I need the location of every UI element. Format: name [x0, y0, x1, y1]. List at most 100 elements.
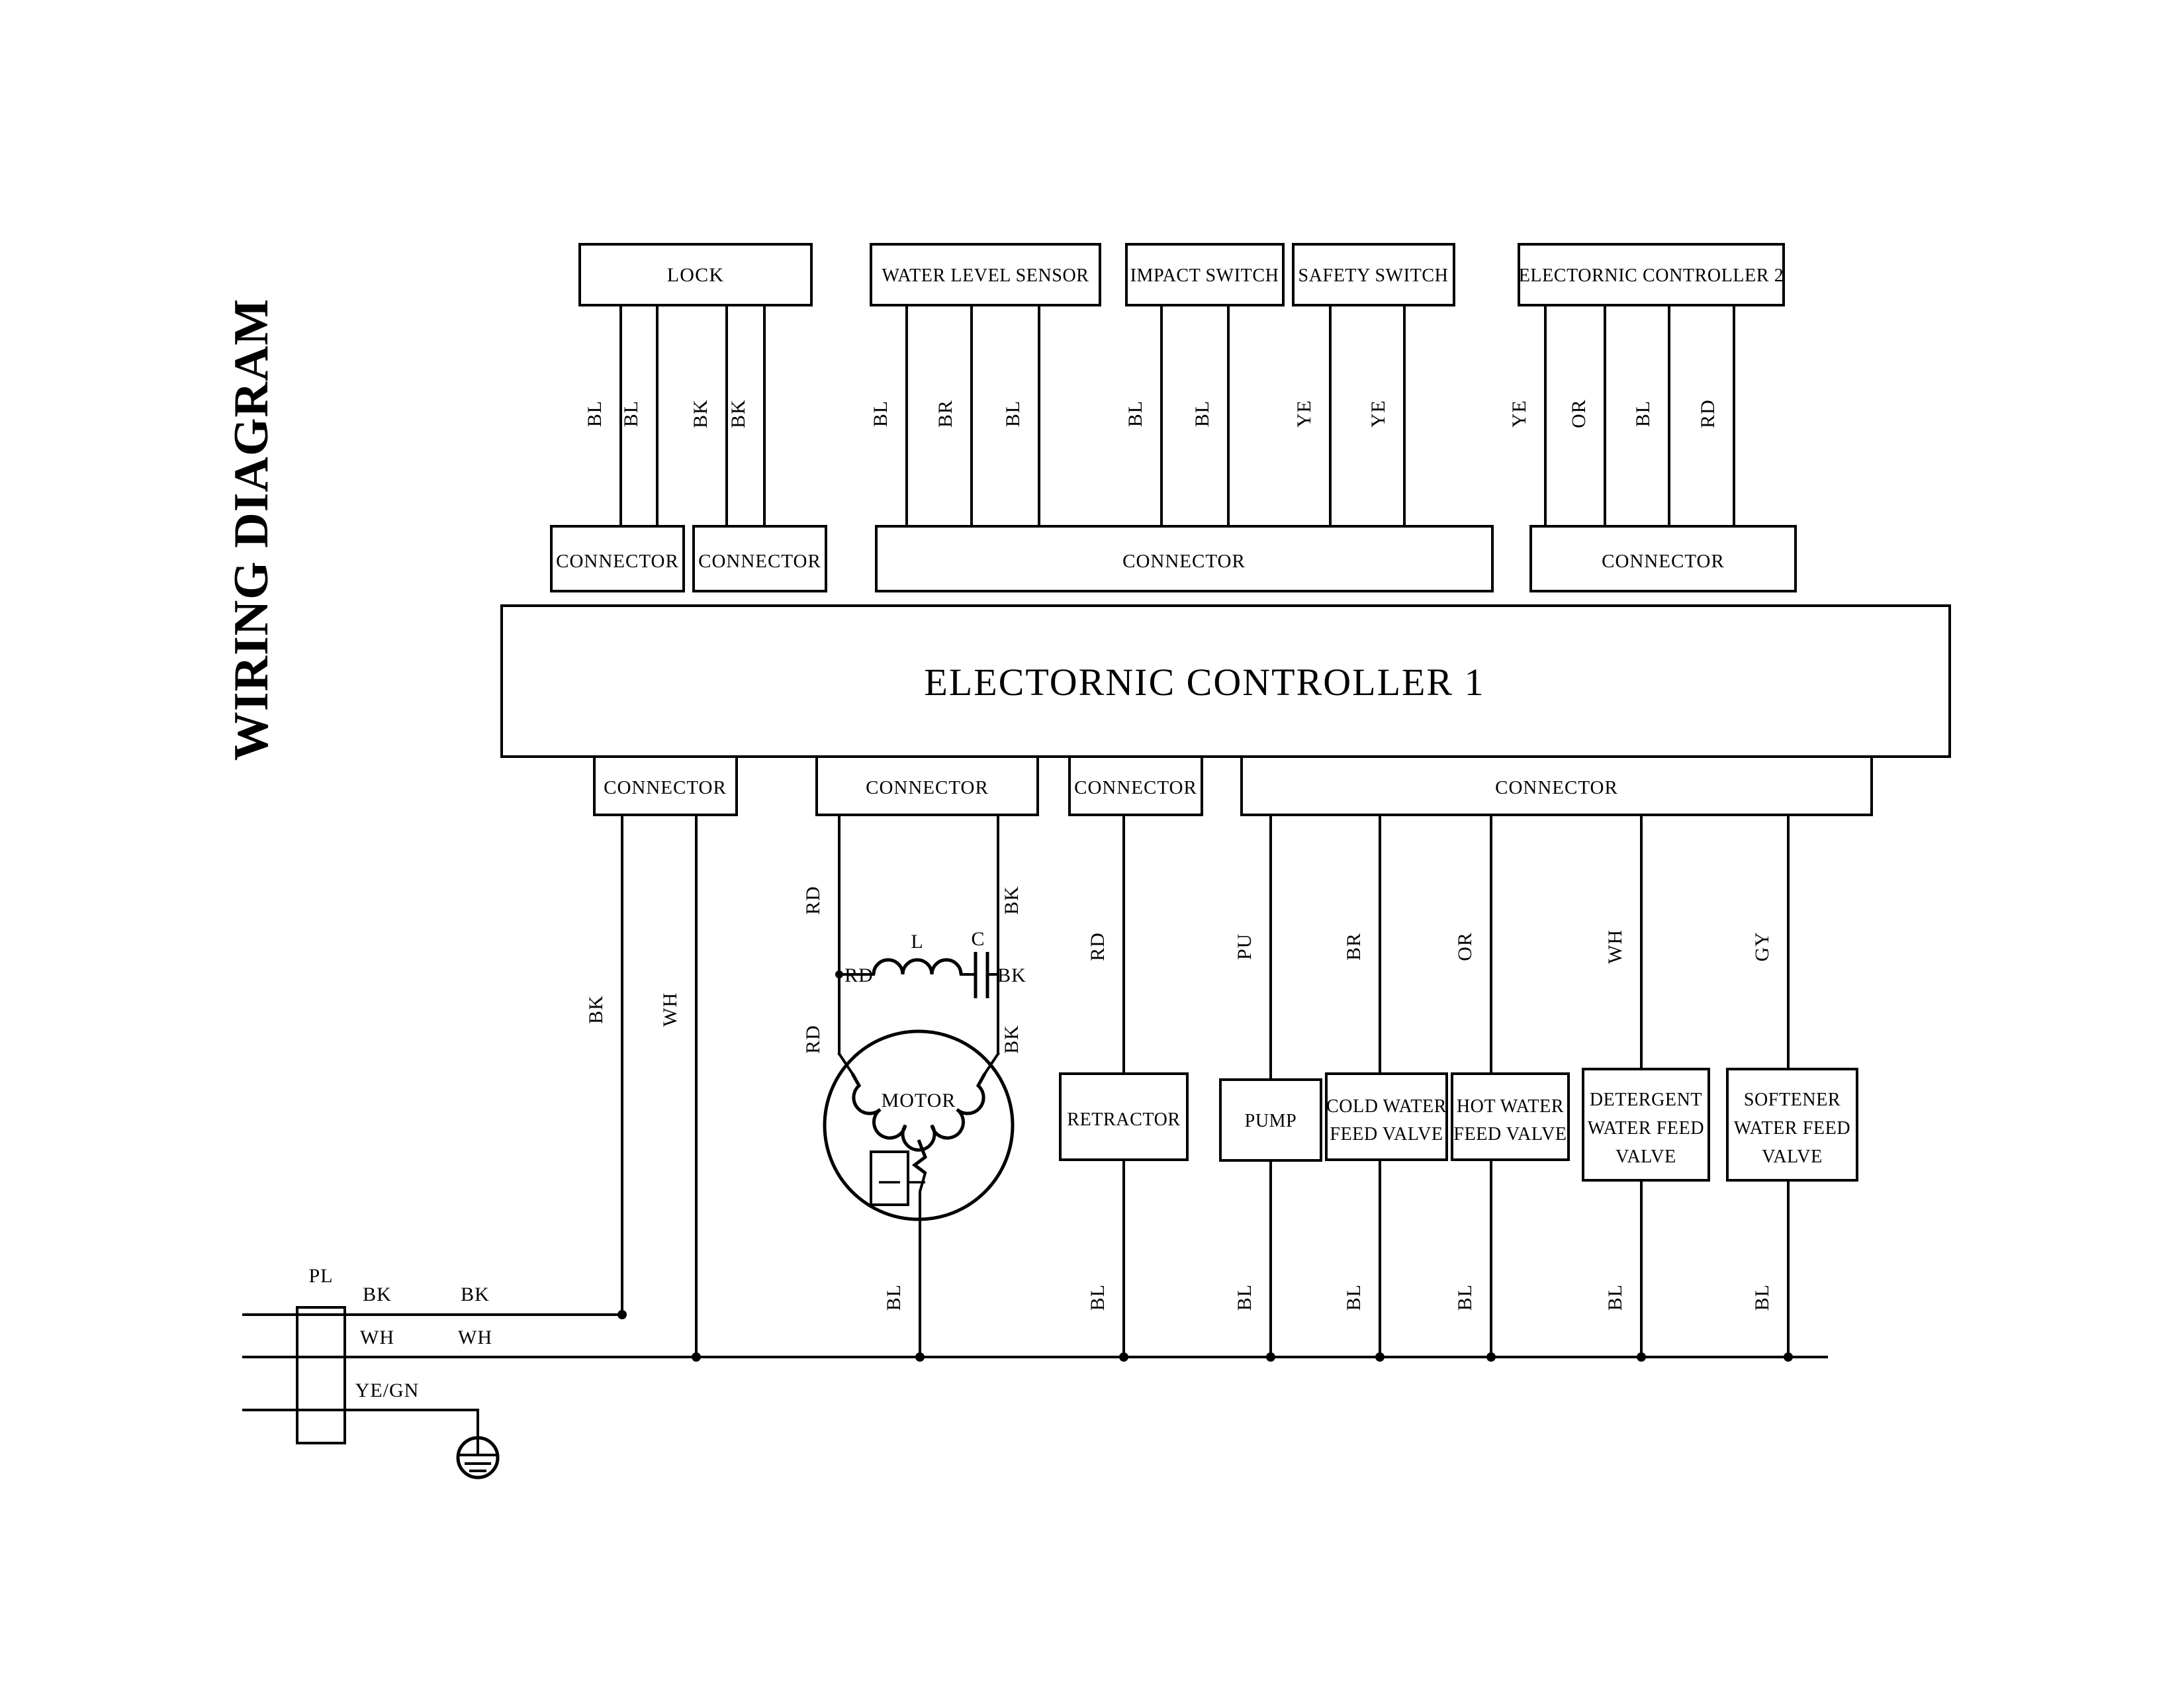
page-title: WIRING DIAGRAM [224, 299, 279, 761]
device-box-impact-switch-label: IMPACT SWITCH [1130, 265, 1279, 286]
connector-controller2[interactable]: CONNECTOR [1529, 525, 1797, 592]
connector-lock-b-label: CONNECTOR [698, 551, 821, 572]
device-box-detergent-water-feed-valve[interactable]: DETERGENT WATER FEED VALVE [1582, 1068, 1710, 1182]
connector-lock-a[interactable]: CONNECTOR [550, 525, 685, 592]
device-box-lock[interactable]: LOCK [578, 243, 813, 306]
wire-label: YE [1367, 400, 1389, 428]
device-box-softener-water-feed-valve-label-line3: VALVE [1762, 1147, 1823, 1167]
junction-dot [1119, 1352, 1128, 1362]
wire-segment [919, 1171, 927, 1358]
wire-label: GY [1751, 931, 1773, 961]
junction-dot [1266, 1352, 1275, 1362]
wire-label: YE [1293, 400, 1315, 428]
power-inlet-assembly[interactable]: PL BK BK WH WH YE/GN [242, 1265, 1828, 1479]
device-box-electronic-controller-2[interactable]: ELECTORNIC CONTROLLER 2 [1518, 243, 1785, 306]
connector-controller2-label: CONNECTOR [1602, 551, 1725, 572]
lower-wire-labels: BK WH RD BK RD PU BR OR WH GY [585, 886, 1773, 1027]
connector-valves-label: CONNECTOR [1495, 777, 1618, 798]
connector-power-label: CONNECTOR [604, 777, 727, 798]
device-box-pump[interactable]: PUMP [1219, 1078, 1322, 1162]
device-box-detergent-water-feed-valve-label-line3: VALVE [1615, 1147, 1676, 1167]
plug-body-rect [296, 1306, 346, 1444]
wire-label: PU [1234, 933, 1255, 960]
wire-label: BL [1234, 1284, 1255, 1311]
wire-label: RD [1087, 932, 1109, 961]
wiring-diagram-canvas: WIRING DIAGRAM LOCK WATER LEVEL SENSOR I… [224, 243, 1951, 1479]
wire-label: WH [659, 992, 681, 1027]
plug-label: PL [308, 1265, 333, 1287]
wire-label: BK [1001, 1025, 1023, 1054]
motor-label: MOTOR [882, 1090, 956, 1111]
wire-label: BL [1632, 400, 1654, 427]
junction-dot [617, 1310, 627, 1319]
thermal-protector-rect [870, 1150, 909, 1206]
top-wire-group [619, 304, 1735, 528]
upper-connector-row: CONNECTOR CONNECTOR CONNECTOR CONNECTOR [550, 525, 1797, 592]
inductor-label: L [911, 931, 923, 953]
device-box-softener-water-feed-valve-label-line1: SOFTENER [1744, 1090, 1841, 1110]
device-box-cold-water-feed-valve-label-line2: FEED VALVE [1330, 1124, 1443, 1145]
wire-label: BL [1343, 1284, 1365, 1311]
connector-retractor[interactable]: CONNECTOR [1068, 755, 1203, 816]
wire-label: BL [1002, 400, 1024, 427]
wire-label: OR [1454, 932, 1476, 961]
wire-label-live-right: BK [461, 1284, 490, 1305]
wire-label: RD [802, 1025, 824, 1054]
connector-sensors[interactable]: CONNECTOR [875, 525, 1494, 592]
wiring-diagram-page: WIRING DIAGRAM LOCK WATER LEVEL SENSOR I… [0, 0, 2184, 1688]
junction-dot [692, 1352, 701, 1362]
device-box-detergent-water-feed-valve-label-line1: DETERGENT [1590, 1090, 1702, 1110]
inductor-icon [872, 958, 963, 975]
connector-valves[interactable]: CONNECTOR [1240, 755, 1873, 816]
wire-label: BK [690, 399, 711, 428]
connector-sensors-label: CONNECTOR [1122, 551, 1246, 572]
lead-label-rd-mid: RD [844, 964, 874, 986]
motor-assembly[interactable]: MOTOR [823, 1029, 1015, 1358]
bottom-device-row: RETRACTOR PUMP COLD WATER FEED VALVE HOT… [1059, 1068, 1858, 1182]
device-box-retractor-label: RETRACTOR [1067, 1109, 1180, 1130]
lead-label-bk-mid: BK [997, 964, 1026, 986]
wire-label: WH [1604, 929, 1626, 964]
connector-lock-b[interactable]: CONNECTOR [692, 525, 827, 592]
connector-motor-label: CONNECTOR [866, 777, 989, 798]
page-title-text: WIRING DIAGRAM [224, 299, 279, 761]
main-controller-box[interactable]: ELECTORNIC CONTROLLER 1 [500, 604, 1951, 758]
wire-label: BL [1087, 1284, 1109, 1311]
wire-label: BK [727, 399, 749, 428]
device-box-electronic-controller-2-label: ELECTORNIC CONTROLLER 2 [1519, 265, 1784, 286]
device-box-water-level-sensor[interactable]: WATER LEVEL SENSOR [870, 243, 1101, 306]
top-device-row: LOCK WATER LEVEL SENSOR IMPACT SWITCH SA… [578, 243, 1785, 306]
device-box-safety-switch-label: SAFETY SWITCH [1298, 265, 1449, 286]
device-box-hot-water-feed-valve[interactable]: HOT WATER FEED VALVE [1451, 1072, 1570, 1161]
wire-label: BL [584, 400, 606, 427]
main-controller-label: ELECTORNIC CONTROLLER 1 [924, 661, 1484, 704]
wire-label-neutral-right: WH [458, 1327, 492, 1348]
wire-label: BL [1454, 1284, 1476, 1311]
device-box-cold-water-feed-valve-label-line1: COLD WATER [1326, 1096, 1447, 1117]
wire-label: RD [1697, 399, 1719, 428]
connector-retractor-label: CONNECTOR [1074, 777, 1197, 798]
return-wire-group [1122, 1158, 1790, 1358]
connector-motor[interactable]: CONNECTOR [815, 755, 1039, 816]
top-wire-labels: BL BL BK BK BL BR BL BL BL YE YE YE OR B… [584, 399, 1719, 428]
wire-label: BL [1124, 400, 1146, 427]
junction-dot [1637, 1352, 1646, 1362]
wire-label: BL [1191, 400, 1213, 427]
motor-winding-icon [850, 1072, 987, 1152]
return-wire-labels: BL BL BL BL BL BL BL [883, 1284, 1773, 1311]
device-box-softener-water-feed-valve[interactable]: SOFTENER WATER FEED VALVE [1726, 1068, 1858, 1182]
device-box-impact-switch[interactable]: IMPACT SWITCH [1125, 243, 1285, 306]
junction-dot [1375, 1352, 1385, 1362]
connector-power[interactable]: CONNECTOR [593, 755, 738, 816]
earth-ground-icon [456, 1436, 500, 1479]
connector-lock-a-label: CONNECTOR [556, 551, 679, 572]
wire-label: YE [1508, 400, 1530, 428]
device-box-retractor[interactable]: RETRACTOR [1059, 1072, 1189, 1161]
capacitor-label: C [971, 928, 985, 950]
wire-label: BK [1001, 886, 1023, 915]
device-box-hot-water-feed-valve-rect [1451, 1072, 1570, 1161]
device-box-cold-water-feed-valve[interactable]: COLD WATER FEED VALVE [1325, 1072, 1448, 1161]
device-box-safety-switch[interactable]: SAFETY SWITCH [1292, 243, 1455, 306]
wire-label: BL [1604, 1284, 1626, 1311]
wire-label: OR [1568, 399, 1590, 428]
